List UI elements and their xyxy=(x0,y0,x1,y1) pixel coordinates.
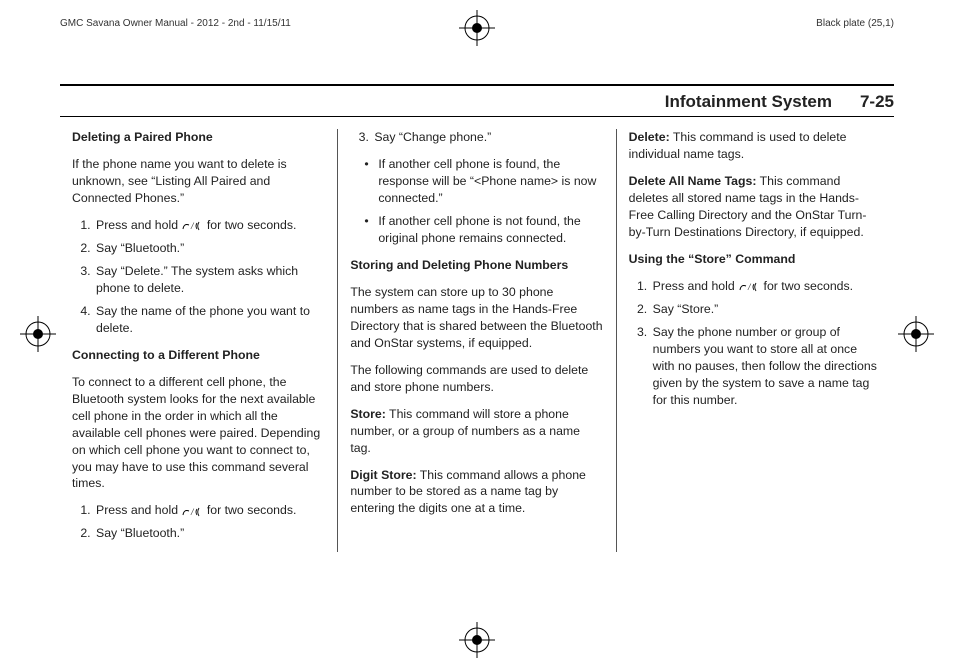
definition: Delete All Name Tags: This command delet… xyxy=(629,173,882,241)
term-delete-all: Delete All Name Tags: xyxy=(629,174,757,188)
thin-rule xyxy=(60,116,894,117)
term-store: Store: xyxy=(350,407,386,421)
list-item: Say the name of the phone you want to de… xyxy=(94,303,325,337)
list-item: Say “Change phone.” xyxy=(372,129,603,146)
svg-text:/: / xyxy=(190,507,195,517)
heading-using-store: Using the “Store” Command xyxy=(629,251,882,268)
phone-voice-icon: / xyxy=(181,503,203,517)
body-text: If the phone name you want to delete is … xyxy=(72,156,325,207)
page-number: 7-25 xyxy=(860,92,894,112)
heading-storing-deleting: Storing and Deleting Phone Numbers xyxy=(350,257,603,274)
list-item: Press and hold / for two seconds. xyxy=(94,217,325,234)
list-item: Say “Store.” xyxy=(651,301,882,318)
phone-voice-icon: / xyxy=(738,279,760,293)
list-item: If another cell phone is not found, the … xyxy=(378,213,603,247)
list-item: Say “Bluetooth.” xyxy=(94,525,325,542)
list-item: Say “Bluetooth.” xyxy=(94,240,325,257)
step-text: Press and hold xyxy=(653,279,738,293)
section-title: Infotainment System xyxy=(665,92,832,112)
list-item: If another cell phone is found, the resp… xyxy=(378,156,603,207)
phone-voice-icon: / xyxy=(181,218,203,232)
list-item: Say “Delete.” The system asks which phon… xyxy=(94,263,325,297)
definition: Store: This command will store a phone n… xyxy=(350,406,603,457)
step-text: Press and hold xyxy=(96,503,181,517)
body-text: To connect to a different cell phone, th… xyxy=(72,374,325,493)
step-text: for two seconds. xyxy=(203,503,296,517)
definition: Digit Store: This command allows a phone… xyxy=(350,467,603,518)
list-item: Press and hold / for two seconds. xyxy=(94,502,325,519)
column-3: Delete: This command is used to delete i… xyxy=(616,129,894,552)
header-right: Black plate (25,1) xyxy=(816,18,894,29)
list-item: Say the phone number or group of numbers… xyxy=(651,324,882,409)
crop-mark-left-icon xyxy=(20,316,56,352)
crop-mark-top-icon xyxy=(459,10,495,46)
column-1: Deleting a Paired Phone If the phone nam… xyxy=(60,129,337,552)
step-text: Press and hold xyxy=(96,218,181,232)
column-2: Say “Change phone.” If another cell phon… xyxy=(337,129,615,552)
heading-deleting-paired: Deleting a Paired Phone xyxy=(72,129,325,146)
term-delete: Delete: xyxy=(629,130,670,144)
heading-connecting: Connecting to a Different Phone xyxy=(72,347,325,364)
step-text: for two seconds. xyxy=(760,279,853,293)
svg-text:/: / xyxy=(747,282,752,292)
step-text: for two seconds. xyxy=(203,218,296,232)
term-digit-store: Digit Store: xyxy=(350,468,416,482)
header-rule xyxy=(60,84,894,86)
definition: Delete: This command is used to delete i… xyxy=(629,129,882,163)
body-text: The system can store up to 30 phone numb… xyxy=(350,284,603,352)
header-left: GMC Savana Owner Manual - 2012 - 2nd - 1… xyxy=(60,18,291,29)
crop-mark-right-icon xyxy=(898,316,934,352)
svg-text:/: / xyxy=(190,221,195,231)
body-text: The following commands are used to delet… xyxy=(350,362,603,396)
list-item: Press and hold / for two seconds. xyxy=(651,278,882,295)
crop-mark-bottom-icon xyxy=(459,622,495,658)
